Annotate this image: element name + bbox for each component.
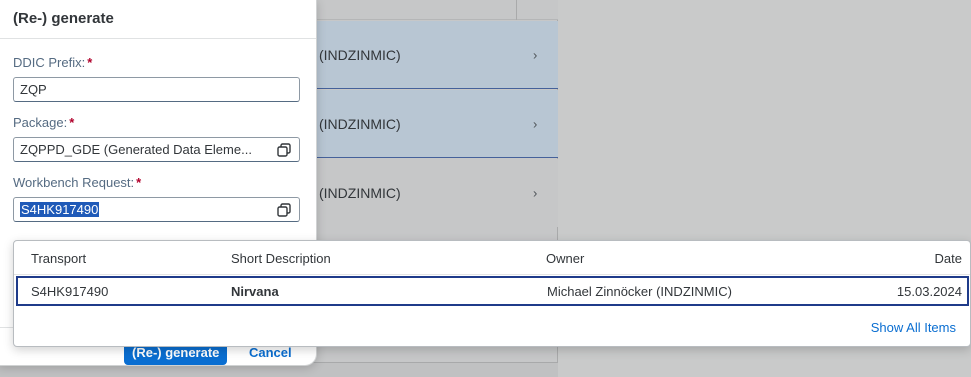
cell-owner: Michael Zinnöcker (INDZINMIC) <box>547 284 732 299</box>
column-header-owner: Owner <box>546 251 585 266</box>
cell-transport: S4HK917490 <box>31 284 109 299</box>
package-input[interactable]: ZQPPD_GDE (Generated Data Eleme... <box>13 137 300 162</box>
table-row[interactable]: S4HK917490 Nirvana Michael Zinnöcker (IN… <box>16 276 969 306</box>
workbench-request-input[interactable]: S4HK917490 <box>13 197 300 222</box>
table-header: Transport Short Description Owner Date <box>14 241 970 275</box>
workbench-request-value: S4HK917490 <box>20 202 100 217</box>
value-help-icon[interactable] <box>277 203 291 217</box>
background-list-item[interactable]: (INDZINMIC) › <box>300 90 558 158</box>
chevron-right-icon: › <box>533 185 538 201</box>
workbench-request-field: Workbench Request: * S4HK917490 <box>13 175 316 222</box>
background-list-item[interactable]: (INDZINMIC) › <box>300 21 558 89</box>
dialog-title: (Re-) generate <box>13 10 114 27</box>
workbench-request-label: Workbench Request: * <box>13 175 142 190</box>
background-list-header <box>300 0 558 20</box>
ddic-prefix-value: ZQP <box>20 82 47 97</box>
required-mark: * <box>69 115 75 130</box>
package-field: Package: * ZQPPD_GDE (Generated Data Elem… <box>13 115 316 162</box>
dialog-form: DDIC Prefix: * ZQP Package: * ZQPPD_GDE (G… <box>0 39 316 222</box>
show-all-items-link[interactable]: Show All Items <box>871 320 956 335</box>
column-header-short-description: Short Description <box>231 251 331 266</box>
column-header-transport: Transport <box>31 251 87 266</box>
background-list-item[interactable]: (INDZINMIC) › <box>300 159 558 227</box>
package-label: Package: * <box>13 115 75 130</box>
cell-date: 15.03.2024 <box>896 284 962 299</box>
transport-suggestion-popover: Transport Short Description Owner Date S… <box>13 240 971 347</box>
ddic-prefix-input[interactable]: ZQP <box>13 77 300 102</box>
chevron-right-icon: › <box>533 47 538 62</box>
background-list-item-owner: (INDZINMIC) <box>319 46 401 63</box>
value-help-icon[interactable] <box>277 143 291 157</box>
background-list-item-owner: (INDZINMIC) <box>319 185 401 201</box>
required-mark: * <box>136 175 142 190</box>
ddic-prefix-field: DDIC Prefix: * ZQP <box>13 55 316 102</box>
column-header-date: Date <box>934 251 962 266</box>
required-mark: * <box>87 55 93 70</box>
ddic-prefix-label: DDIC Prefix: * <box>13 55 93 70</box>
cell-short-description: Nirvana <box>231 284 279 299</box>
background-list-item-owner: (INDZINMIC) <box>319 115 401 132</box>
package-value: ZQPPD_GDE (Generated Data Eleme... <box>20 142 252 157</box>
chevron-right-icon: › <box>533 116 538 131</box>
dialog-header: (Re-) generate <box>0 0 316 39</box>
